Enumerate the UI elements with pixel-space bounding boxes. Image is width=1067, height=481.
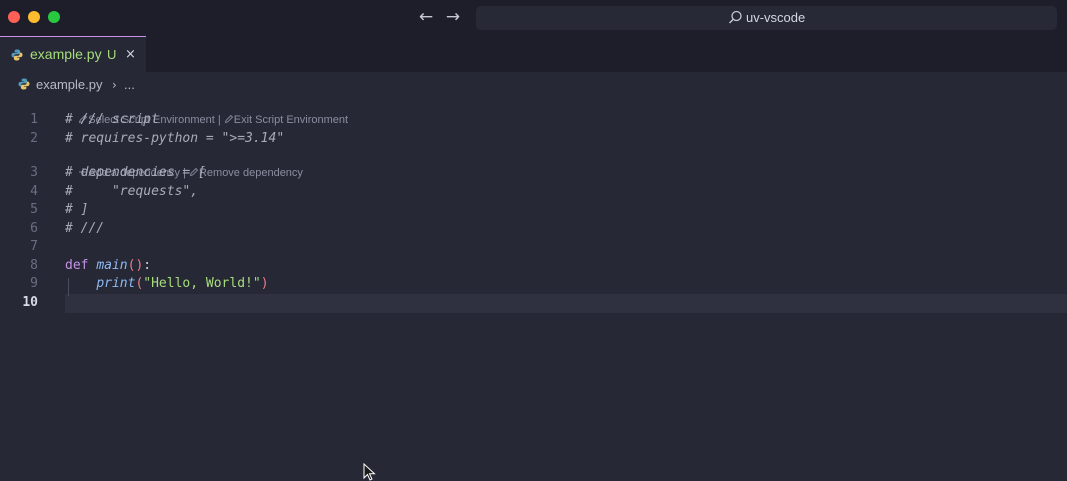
line-number: 6: [30, 220, 38, 236]
code-token: "Hello, World!": [143, 276, 261, 291]
indent-guide: [68, 278, 69, 296]
line-number: 2: [30, 130, 38, 146]
line-content: # dependencies = [: [65, 164, 206, 183]
line-number: 7: [30, 239, 38, 254]
line-number: 8: [30, 257, 38, 273]
mouse-pointer-icon: [363, 463, 376, 481]
code-token: def: [65, 257, 97, 273]
code-line: 6 # ///: [0, 220, 1067, 239]
code-line: 3 # dependencies = [: [0, 164, 1067, 183]
code-line: 8 def main():: [0, 257, 1067, 276]
line-content: def main():: [65, 257, 151, 276]
code-line: 9 print("Hello, World!"): [0, 275, 1067, 294]
line-number: 3: [30, 165, 38, 180]
code-editor[interactable]: Select Script Environment | Exit Script …: [0, 94, 1067, 480]
title-bar: ← → uv-vscode: [0, 0, 1067, 36]
line-content: # ///: [65, 220, 104, 239]
line-number: 9: [30, 276, 38, 291]
line-number: 1: [30, 112, 38, 127]
code-token: # dependencies = [: [65, 165, 206, 180]
code-token: (): [127, 257, 144, 273]
line-content: print("Hello, World!"): [65, 275, 269, 294]
code-line: 1 # /// script: [0, 111, 1067, 130]
line-content: # "requests",: [65, 183, 198, 202]
close-icon[interactable]: ×: [125, 37, 136, 72]
code-token: # ///: [65, 220, 105, 236]
code-token: >=3.14: [229, 130, 277, 146]
untracked-badge: U: [107, 47, 117, 62]
code-token: # /// script: [65, 112, 159, 127]
code-line: 7: [0, 238, 1067, 257]
python-file-icon: [18, 78, 30, 90]
code-token: :: [143, 257, 152, 273]
line-content: # requires-python = ">=3.14": [65, 130, 284, 149]
line-number: 10: [22, 295, 38, 310]
python-file-icon: [11, 49, 23, 61]
codelens-script-environment: Select Script Environment | Exit Script …: [66, 95, 348, 126]
code-token: print: [96, 276, 136, 291]
codelens-dependencies: Add a dependency | Remove dependency: [66, 148, 303, 179]
code-token: ): [260, 276, 269, 291]
code-token: main: [96, 257, 128, 273]
workspace-name: uv-vscode: [746, 10, 806, 25]
line-number: 4: [30, 183, 38, 199]
line-number: 5: [30, 202, 38, 217]
line-content: # /// script: [65, 111, 159, 130]
tab-label: example.py: [30, 46, 102, 62]
line-content: # ]: [65, 201, 88, 220]
code-line: 10: [0, 294, 1067, 313]
search-icon: [729, 10, 742, 24]
maximize-window-button[interactable]: [48, 11, 60, 23]
code-line: 2 # requires-python = ">=3.14": [0, 130, 1067, 149]
code-token: # requires-python = ": [65, 130, 230, 146]
back-arrow-icon[interactable]: ←: [416, 7, 436, 27]
code-token: # "requests",: [65, 183, 199, 199]
code-line: 4 # "requests",: [0, 183, 1067, 202]
close-window-button[interactable]: [8, 11, 20, 23]
code-token: ": [276, 130, 285, 146]
tab-example-py[interactable]: example.py U ×: [0, 36, 146, 72]
minimize-window-button[interactable]: [28, 11, 40, 23]
code-line: 5 # ]: [0, 201, 1067, 220]
forward-arrow-icon[interactable]: →: [443, 7, 463, 27]
command-center-search[interactable]: uv-vscode: [476, 6, 1057, 30]
code-token: # ]: [65, 202, 89, 217]
tab-bar: example.py U ×: [0, 36, 1067, 72]
